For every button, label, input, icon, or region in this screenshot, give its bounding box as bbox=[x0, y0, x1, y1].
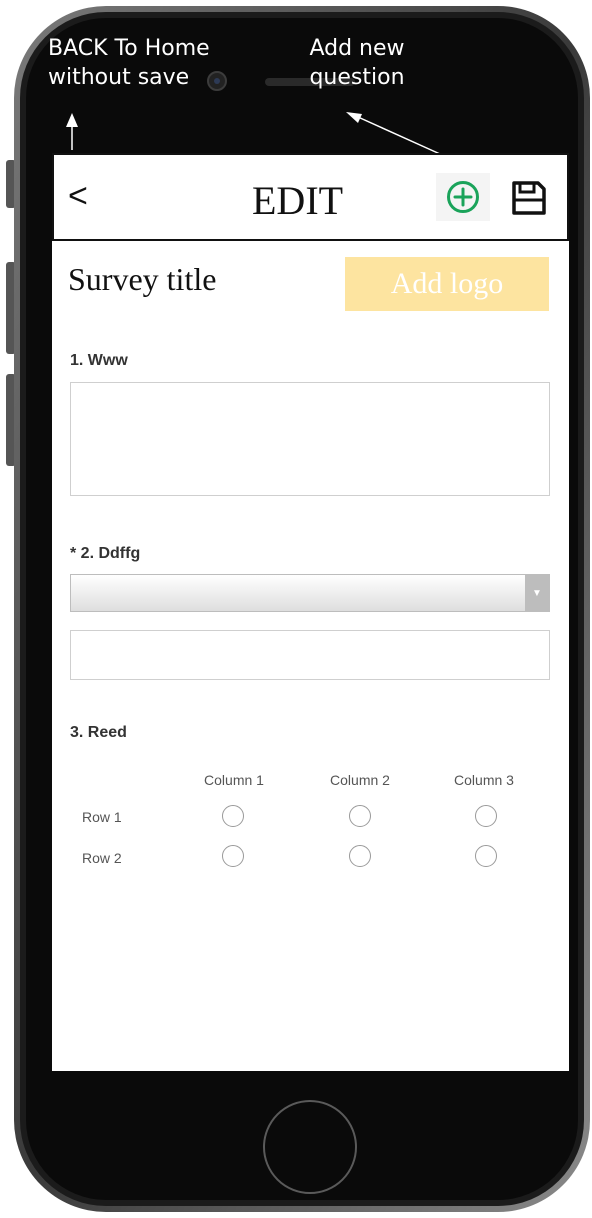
chevron-down-icon: ▼ bbox=[525, 575, 549, 611]
question-2-dropdown[interactable]: ▼ bbox=[70, 574, 550, 612]
radio-row2-col3[interactable] bbox=[475, 845, 497, 867]
radio-row1-col2[interactable] bbox=[349, 805, 371, 827]
phone-screen: < EDIT Survey title Add logo 1. Www * 2.… bbox=[52, 153, 569, 1071]
add-question-button[interactable] bbox=[436, 173, 490, 221]
add-logo-button[interactable]: Add logo bbox=[345, 257, 549, 311]
annotation-back-home: BACK To Home without save bbox=[48, 34, 248, 92]
back-button[interactable]: < bbox=[68, 177, 88, 216]
matrix-row-label: Row 1 bbox=[82, 809, 122, 825]
matrix-column-header: Column 2 bbox=[330, 772, 390, 788]
annotation-add-line1: Add new bbox=[309, 36, 405, 61]
annotation-back-line1: BACK To Home bbox=[48, 36, 210, 61]
radio-row2-col2[interactable] bbox=[349, 845, 371, 867]
plus-circle-icon bbox=[447, 181, 479, 213]
annotation-add-line2: question bbox=[309, 65, 405, 90]
matrix-column-header: Column 1 bbox=[204, 772, 264, 788]
question-2-other-input[interactable] bbox=[70, 630, 550, 680]
survey-title[interactable]: Survey title bbox=[68, 261, 216, 298]
top-bar: < EDIT bbox=[52, 153, 569, 241]
save-button[interactable] bbox=[506, 175, 552, 221]
annotation-back-line2: without save bbox=[48, 65, 190, 90]
annotation-add-question: Add new question bbox=[292, 34, 422, 92]
radio-row1-col3[interactable] bbox=[475, 805, 497, 827]
matrix-column-header: Column 3 bbox=[454, 772, 514, 788]
floppy-disk-icon bbox=[512, 181, 546, 215]
question-3-label: 3. Reed bbox=[70, 724, 127, 741]
radio-row2-col1[interactable] bbox=[222, 845, 244, 867]
question-1-textarea[interactable] bbox=[70, 382, 550, 496]
radio-row1-col1[interactable] bbox=[222, 805, 244, 827]
matrix-row-label: Row 2 bbox=[82, 850, 122, 866]
question-1-label: 1. Www bbox=[70, 352, 128, 369]
page-title: EDIT bbox=[252, 178, 344, 223]
question-2-label: * 2. Ddffg bbox=[70, 545, 141, 562]
